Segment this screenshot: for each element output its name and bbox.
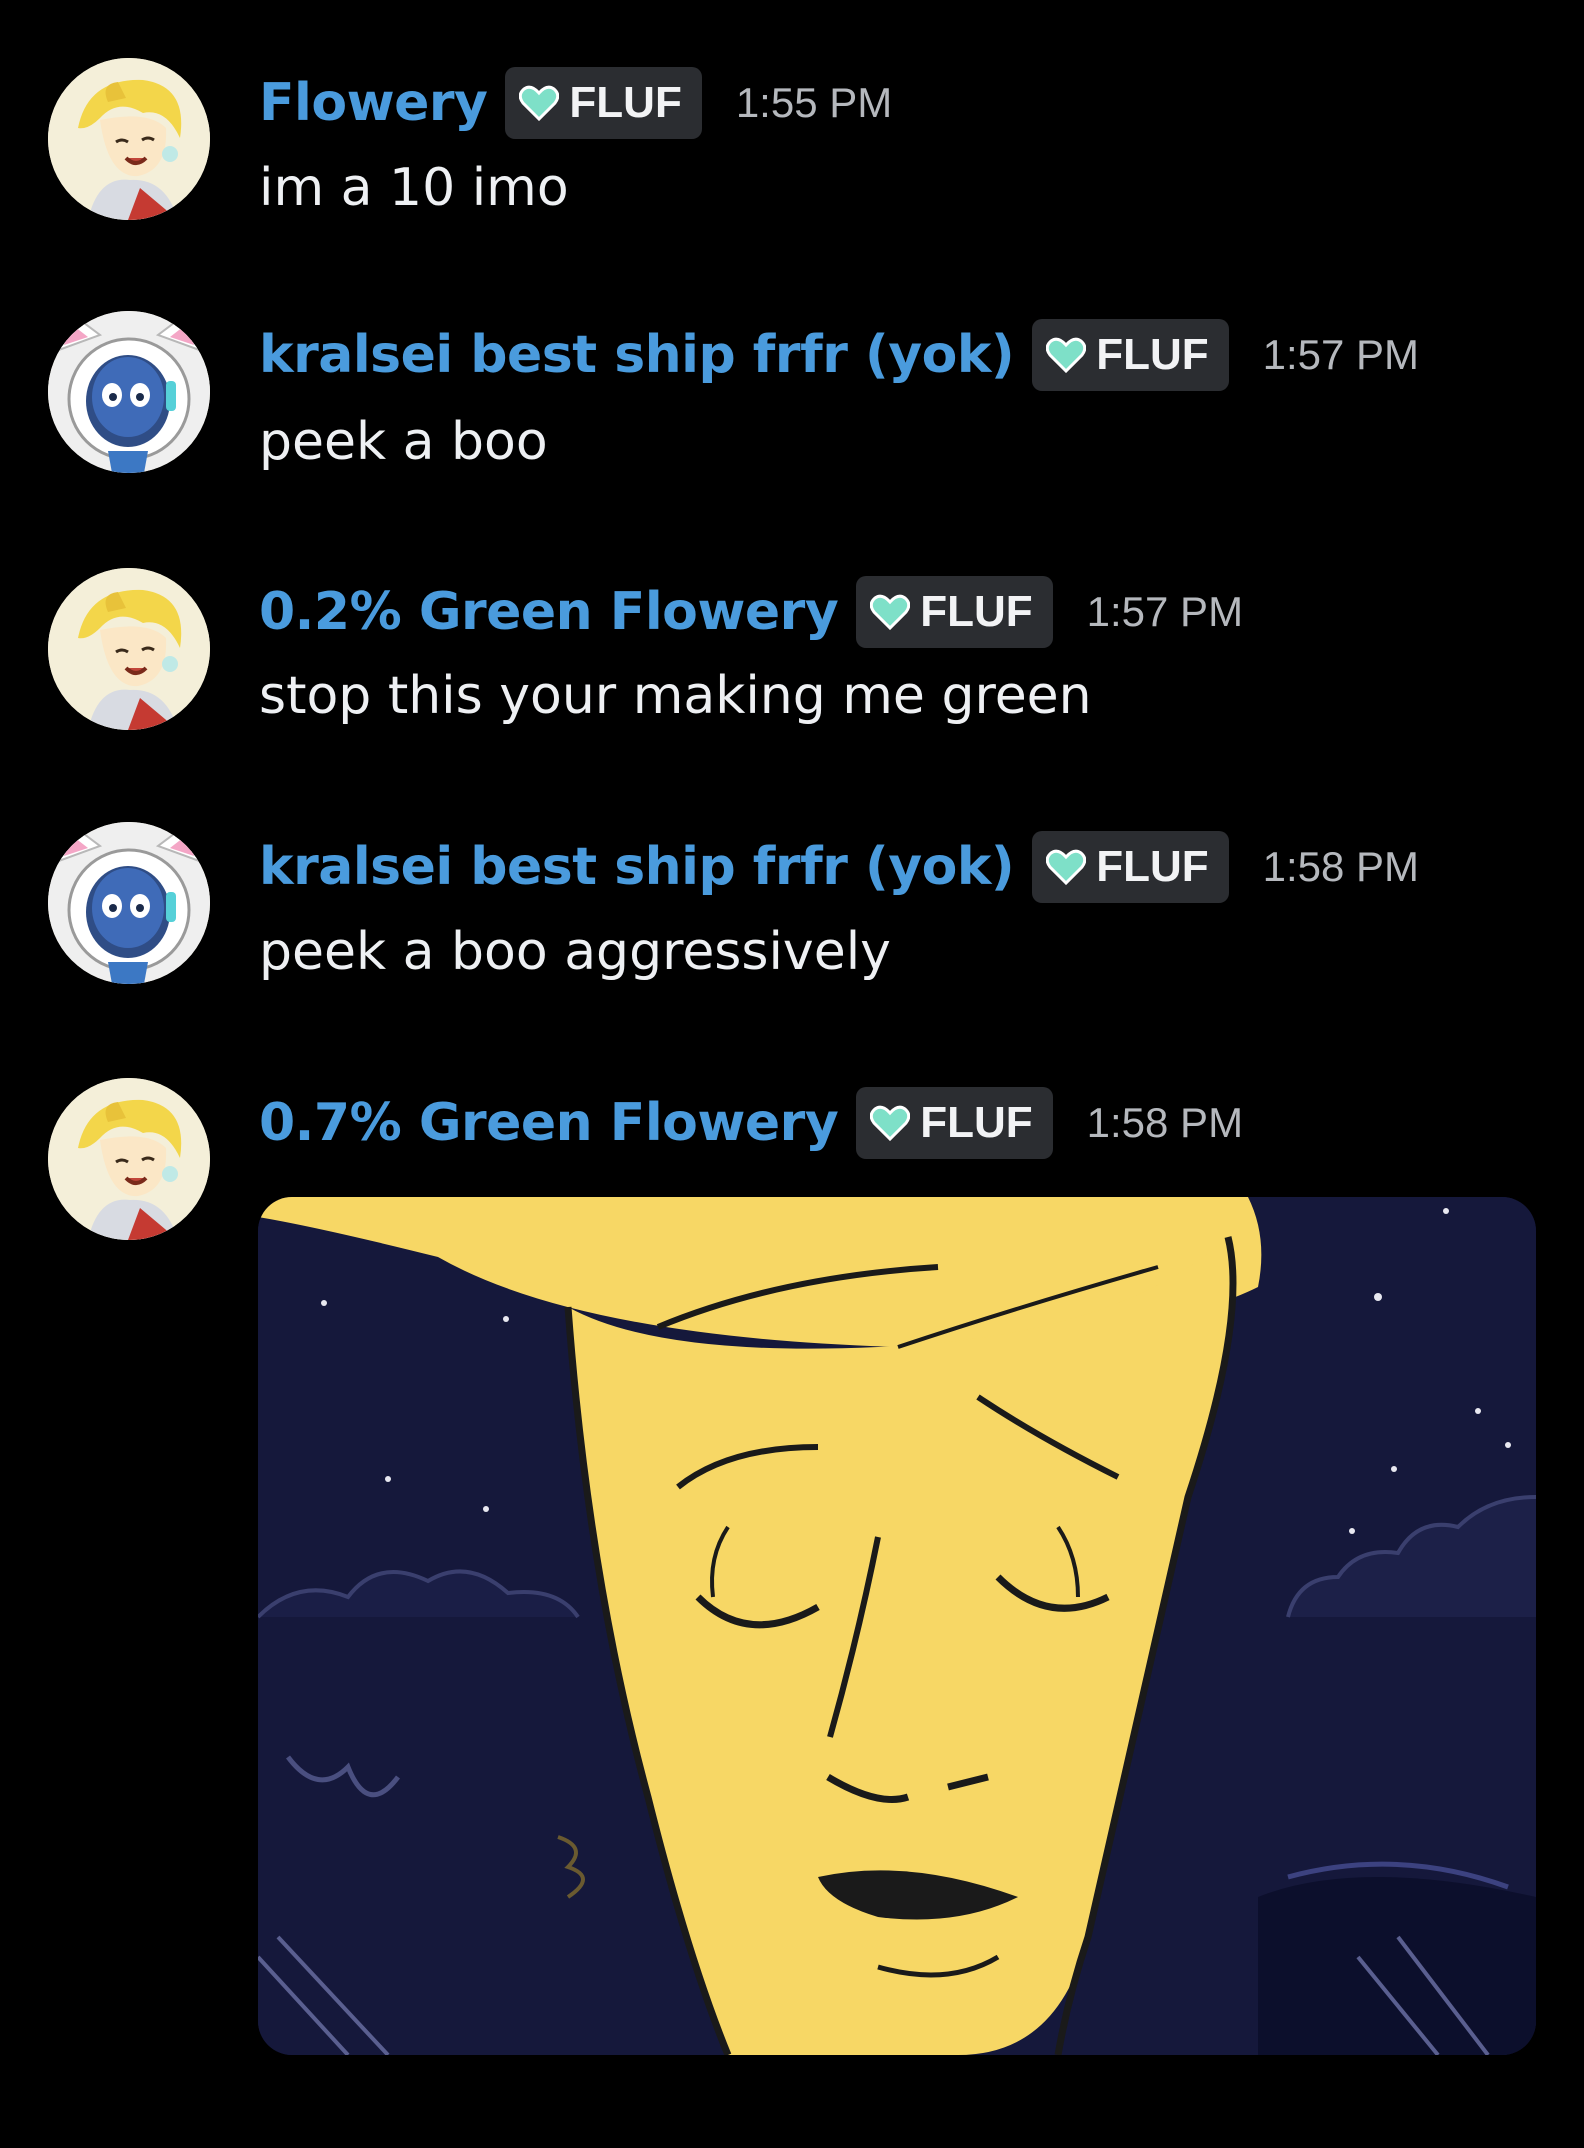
- badge-label: FLUF: [920, 1098, 1033, 1147]
- timestamp: 1:55 PM: [735, 79, 893, 126]
- yellow-face-night-sky-image: [258, 1197, 1536, 2055]
- role-badge[interactable]: FLUF: [856, 1087, 1053, 1159]
- username[interactable]: 0.7% Green Flowery: [259, 1093, 839, 1153]
- timestamp: 1:58 PM: [1086, 1099, 1244, 1146]
- avatar[interactable]: [48, 58, 210, 220]
- avatar[interactable]: [48, 1078, 210, 1240]
- username[interactable]: Flowery: [259, 73, 488, 133]
- avatar[interactable]: [48, 311, 210, 473]
- heart-icon: [870, 1105, 911, 1141]
- message-text: stop this your making me green: [259, 666, 1092, 726]
- blonde-character-avatar-icon: [48, 568, 210, 730]
- badge-label: FLUF: [920, 587, 1033, 636]
- heart-icon: [1046, 337, 1087, 373]
- avatar[interactable]: [48, 822, 210, 984]
- blue-cat-astronaut-avatar-icon: [48, 822, 210, 984]
- role-badge[interactable]: FLUF: [856, 576, 1053, 648]
- timestamp: 1:57 PM: [1086, 588, 1244, 635]
- role-badge[interactable]: FLUF: [505, 67, 702, 139]
- timestamp: 1:57 PM: [1262, 331, 1420, 378]
- heart-icon: [870, 594, 911, 630]
- heart-icon: [519, 85, 560, 121]
- avatar[interactable]: [48, 568, 210, 730]
- username[interactable]: 0.2% Green Flowery: [259, 582, 839, 642]
- timestamp: 1:58 PM: [1262, 843, 1420, 890]
- blonde-character-avatar-icon: [48, 58, 210, 220]
- blonde-character-avatar-icon: [48, 1078, 210, 1240]
- role-badge[interactable]: FLUF: [1032, 831, 1229, 903]
- badge-label: FLUF: [1096, 330, 1209, 379]
- role-badge[interactable]: FLUF: [1032, 319, 1229, 391]
- message-text: peek a boo aggressively: [259, 922, 891, 982]
- badge-label: FLUF: [569, 78, 682, 127]
- badge-label: FLUF: [1096, 842, 1209, 891]
- message-text: peek a boo: [259, 412, 548, 472]
- image-attachment[interactable]: [258, 1197, 1536, 2055]
- heart-icon: [1046, 849, 1087, 885]
- blue-cat-astronaut-avatar-icon: [48, 311, 210, 473]
- username[interactable]: kralsei best ship frfr (yok): [259, 837, 1015, 897]
- message-text: im a 10 imo: [259, 158, 569, 218]
- username[interactable]: kralsei best ship frfr (yok): [259, 325, 1015, 385]
